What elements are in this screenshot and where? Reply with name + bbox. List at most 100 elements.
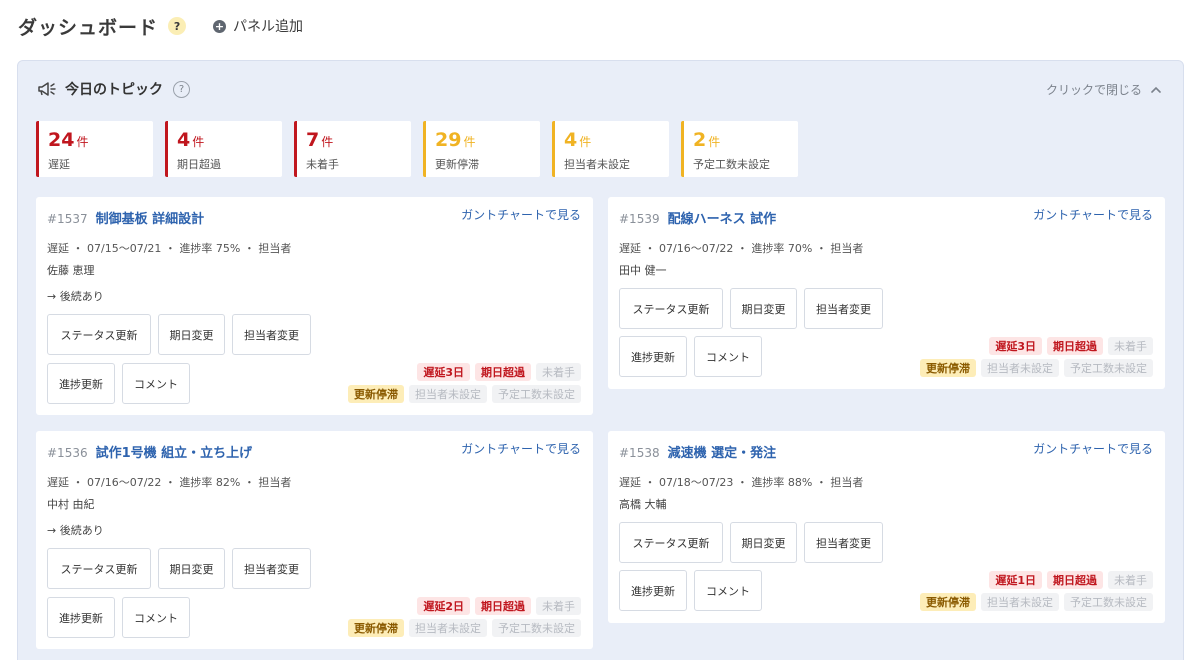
task-card: #1536 試作1号機 組立・立ち上げ ガントチャートで見る 遅延 ・ 07/1… [36, 431, 593, 649]
stat-tiles: 24 件 遅延 4件 期日超過 7件 未着手 29 件 更新停滞 4件 担当者未設定… [36, 121, 810, 177]
status-badge: 予定工数未設定 [492, 619, 581, 637]
help-icon[interactable]: ? [168, 17, 187, 35]
stat-count: 4 [564, 129, 578, 151]
stat-unit: 件 [192, 135, 205, 149]
card-header: #1538 減速機 選定・発注 [619, 442, 776, 461]
stat-tile-not-started[interactable]: 7件 未着手 [294, 121, 411, 177]
stat-unit: 件 [708, 135, 721, 149]
date-change-button[interactable]: 期日変更 [158, 314, 225, 355]
task-title[interactable]: 減速機 選定・発注 [668, 442, 777, 461]
issue-badges: 更新停滞 担当者未設定 予定工数未設定 [343, 619, 581, 637]
status-badge: 更新停滞 [920, 359, 976, 377]
task-card: #1538 減速機 選定・発注 ガントチャートで見る 遅延 ・ 07/18〜07… [608, 431, 1165, 623]
today-topics-panel: 今日のトピック ? クリックで閉じる 24 件 遅延 4件 期日超過 7件 未着手… [17, 60, 1184, 660]
progress-update-button[interactable]: 進捗更新 [47, 363, 115, 404]
megaphone-icon [38, 82, 56, 96]
stat-count: 29 [435, 129, 462, 151]
progress-update-button[interactable]: 進捗更新 [619, 336, 687, 377]
date-change-button[interactable]: 期日変更 [158, 548, 225, 589]
stat-label: 未着手 [306, 158, 339, 171]
issue-badges: 遅延3日 期日超過 未着手 [412, 363, 581, 381]
card-actions-secondary: 進捗更新 コメント [47, 597, 197, 638]
page-header: ダッシュボード ? + パネル追加 [18, 12, 303, 40]
status-update-button[interactable]: ステータス更新 [47, 548, 151, 589]
status-badge: 期日超過 [1047, 571, 1103, 589]
stat-tile-no-estimate[interactable]: 2件 予定工数未設定 [681, 121, 798, 177]
progress-update-button[interactable]: 進捗更新 [619, 570, 687, 611]
card-actions-secondary: 進捗更新 コメント [619, 570, 769, 611]
status-badge: 更新停滞 [348, 619, 404, 637]
task-title[interactable]: 配線ハーネス 試作 [668, 208, 777, 227]
stat-tile-stale[interactable]: 29 件 更新停滞 [423, 121, 540, 177]
date-change-button[interactable]: 期日変更 [730, 288, 797, 329]
collapse-panel-toggle[interactable]: クリックで閉じる [1046, 81, 1161, 98]
issue-badges: 更新停滞 担当者未設定 予定工数未設定 [915, 359, 1153, 377]
date-change-button[interactable]: 期日変更 [730, 522, 797, 563]
stat-count: 4 [177, 129, 191, 151]
status-badge: 未着手 [1108, 337, 1153, 355]
status-update-button[interactable]: ステータス更新 [619, 522, 723, 563]
plus-circle-icon: + [213, 19, 227, 33]
task-title[interactable]: 制御基板 詳細設計 [96, 208, 205, 227]
card-actions: ステータス更新 期日変更 担当者変更 [47, 314, 318, 355]
card-actions: ステータス更新 期日変更 担当者変更 [619, 522, 890, 563]
stat-label: 遅延 [48, 158, 70, 171]
comment-button[interactable]: コメント [122, 597, 190, 638]
card-header: #1537 制御基板 詳細設計 [47, 208, 204, 227]
comment-button[interactable]: コメント [122, 363, 190, 404]
panel-title: 今日のトピック [65, 82, 163, 98]
stat-tile-no-assignee[interactable]: 4件 担当者未設定 [552, 121, 669, 177]
status-update-button[interactable]: ステータス更新 [47, 314, 151, 355]
assignee-change-button[interactable]: 担当者変更 [232, 314, 311, 355]
issue-badges: 更新停滞 担当者未設定 予定工数未設定 [343, 385, 581, 403]
stat-label: 更新停滞 [435, 158, 479, 171]
comment-button[interactable]: コメント [694, 570, 762, 611]
stat-tile-overdue[interactable]: 4件 期日超過 [165, 121, 282, 177]
stat-unit: 件 [463, 135, 476, 149]
status-badge: 未着手 [1108, 571, 1153, 589]
assignee-change-button[interactable]: 担当者変更 [804, 288, 883, 329]
help-icon[interactable]: ? [173, 80, 190, 98]
stat-count: 7 [306, 129, 320, 151]
status-badge: 担当者未設定 [409, 385, 487, 403]
stat-label: 期日超過 [177, 158, 221, 171]
gantt-chart-link[interactable]: ガントチャートで見る [461, 206, 581, 223]
status-badge: 遅延3日 [417, 363, 470, 381]
card-actions-secondary: 進捗更新 コメント [619, 336, 769, 377]
close-label: クリックで閉じる [1045, 83, 1142, 97]
card-actions: ステータス更新 期日変更 担当者変更 [47, 548, 318, 589]
stat-count: 2 [693, 129, 707, 151]
status-badge: 担当者未設定 [981, 593, 1059, 611]
stat-count: 24 [48, 129, 75, 151]
stat-tile-delayed[interactable]: 24 件 遅延 [36, 121, 153, 177]
comment-button[interactable]: コメント [694, 336, 762, 377]
stat-unit: 件 [579, 135, 592, 149]
status-badge: 担当者未設定 [409, 619, 487, 637]
task-title[interactable]: 試作1号機 組立・立ち上げ [96, 442, 253, 461]
gantt-chart-link[interactable]: ガントチャートで見る [1033, 440, 1153, 457]
card-actions-secondary: 進捗更新 コメント [47, 363, 197, 404]
task-assignee: 田中 健一 [619, 264, 667, 277]
task-id: #1538 [619, 446, 660, 460]
card-header: #1536 試作1号機 組立・立ち上げ [47, 442, 252, 461]
panel-header: 今日のトピック ? [37, 79, 190, 99]
gantt-chart-link[interactable]: ガントチャートで見る [461, 440, 581, 457]
status-badge: 更新停滞 [348, 385, 404, 403]
add-panel-button[interactable]: + パネル追加 [213, 16, 303, 36]
stat-unit: 件 [321, 135, 334, 149]
status-update-button[interactable]: ステータス更新 [619, 288, 723, 329]
gantt-chart-link[interactable]: ガントチャートで見る [1033, 206, 1153, 223]
issue-badges: 更新停滞 担当者未設定 予定工数未設定 [915, 593, 1153, 611]
issue-badges: 遅延3日 期日超過 未着手 [984, 337, 1153, 355]
issue-badges: 遅延1日 期日超過 未着手 [984, 571, 1153, 589]
status-badge: 未着手 [536, 363, 581, 381]
task-meta: 遅延 ・ 07/16〜07/22 ・ 進捗率 70% ・ 担当者 [619, 242, 864, 255]
assignee-change-button[interactable]: 担当者変更 [804, 522, 883, 563]
task-meta: 遅延 ・ 07/15〜07/21 ・ 進捗率 75% ・ 担当者 [47, 242, 292, 255]
task-assignee: 高橋 大輔 [619, 498, 667, 511]
stat-unit: 件 [76, 135, 89, 149]
status-badge: 期日超過 [1047, 337, 1103, 355]
progress-update-button[interactable]: 進捗更新 [47, 597, 115, 638]
assignee-change-button[interactable]: 担当者変更 [232, 548, 311, 589]
status-badge: 予定工数未設定 [492, 385, 581, 403]
